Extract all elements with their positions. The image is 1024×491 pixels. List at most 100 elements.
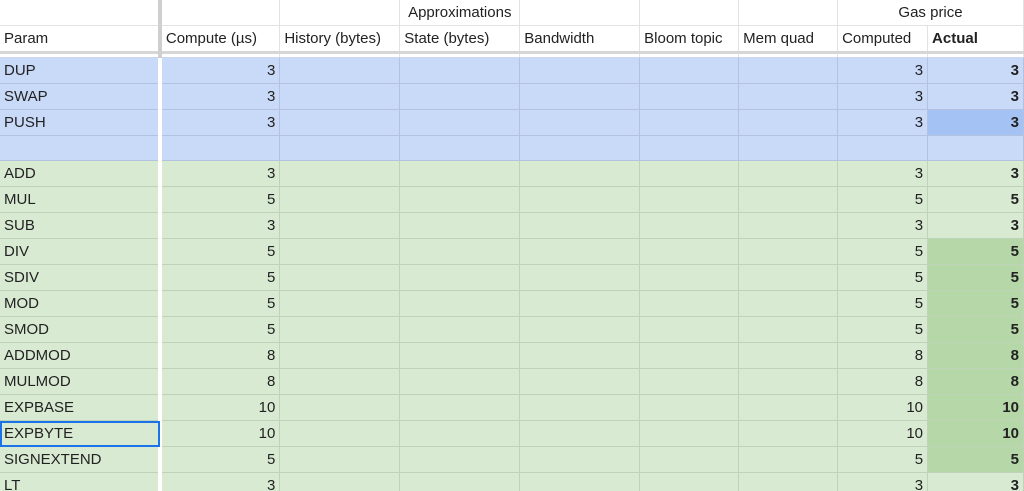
mem-quad-cell[interactable]	[738, 342, 839, 369]
param-cell[interactable]	[0, 135, 162, 161]
header-cell[interactable]	[159, 0, 281, 26]
state-cell[interactable]	[399, 160, 521, 187]
compute-cell[interactable]: 10	[159, 394, 281, 421]
actual-cell[interactable]: 3	[927, 472, 1024, 491]
param-cell[interactable]: LT	[0, 472, 162, 491]
mem-quad-cell[interactable]	[738, 83, 839, 110]
mem-quad-cell[interactable]	[738, 212, 839, 239]
param-cell[interactable]: SIGNEXTEND	[0, 446, 162, 473]
compute-cell[interactable]: 5	[159, 316, 281, 343]
param-cell[interactable]: EXPBASE	[0, 394, 162, 421]
actual-cell[interactable]: 8	[927, 342, 1024, 369]
history-cell[interactable]	[279, 212, 401, 239]
history-cell[interactable]	[279, 83, 401, 110]
compute-cell[interactable]: 5	[159, 446, 281, 473]
bloom-topic-cell[interactable]	[639, 316, 740, 343]
mem-quad-cell[interactable]	[738, 109, 839, 136]
computed-cell[interactable]: 8	[837, 342, 929, 369]
bandwidth-cell[interactable]	[519, 420, 641, 447]
state-cell[interactable]	[399, 342, 521, 369]
state-cell[interactable]	[399, 186, 521, 213]
state-cell[interactable]	[399, 472, 521, 491]
param-cell[interactable]: SUB	[0, 212, 162, 239]
param-cell[interactable]: DIV	[0, 238, 162, 265]
mem-quad-cell[interactable]	[738, 394, 839, 421]
bloom-topic-cell[interactable]	[639, 109, 740, 136]
computed-cell[interactable]: 5	[837, 316, 929, 343]
bloom-topic-cell[interactable]	[639, 135, 740, 161]
bloom-topic-cell[interactable]	[639, 290, 740, 317]
bandwidth-cell[interactable]	[519, 238, 641, 265]
computed-cell[interactable]: 3	[837, 160, 929, 187]
computed-cell[interactable]: 3	[837, 83, 929, 110]
computed-cell[interactable]: 5	[837, 238, 929, 265]
actual-cell[interactable]: 5	[927, 238, 1024, 265]
state-cell[interactable]	[399, 109, 521, 136]
mem-quad-cell[interactable]	[738, 446, 839, 473]
computed-cell[interactable]: 5	[837, 186, 929, 213]
bandwidth-cell[interactable]	[519, 212, 641, 239]
bandwidth-cell[interactable]	[519, 264, 641, 291]
history-cell[interactable]	[279, 57, 401, 84]
bandwidth-cell[interactable]	[519, 186, 641, 213]
compute-cell[interactable]: 5	[159, 186, 281, 213]
header-cell[interactable]	[738, 0, 839, 26]
bandwidth-cell[interactable]	[519, 342, 641, 369]
mem-quad-cell[interactable]	[738, 238, 839, 265]
mem-quad-cell[interactable]	[738, 420, 839, 447]
header-cell[interactable]	[279, 0, 401, 26]
computed-cell[interactable]: 10	[837, 420, 929, 447]
header-group-gas-price[interactable]: Gas price	[837, 0, 1024, 26]
mem-quad-cell[interactable]	[738, 135, 839, 161]
col-header-history[interactable]: History (bytes)	[279, 25, 401, 54]
bloom-topic-cell[interactable]	[639, 264, 740, 291]
bandwidth-cell[interactable]	[519, 83, 641, 110]
state-cell[interactable]	[399, 446, 521, 473]
param-cell[interactable]: MULMOD	[0, 368, 162, 395]
mem-quad-cell[interactable]	[738, 290, 839, 317]
bloom-topic-cell[interactable]	[639, 238, 740, 265]
col-header-bandwidth[interactable]: Bandwidth	[519, 25, 641, 54]
bloom-topic-cell[interactable]	[639, 446, 740, 473]
compute-cell[interactable]: 8	[159, 342, 281, 369]
bloom-topic-cell[interactable]	[639, 160, 740, 187]
history-cell[interactable]	[279, 420, 401, 447]
state-cell[interactable]	[399, 394, 521, 421]
history-cell[interactable]	[279, 316, 401, 343]
state-cell[interactable]	[399, 83, 521, 110]
computed-cell[interactable]: 5	[837, 264, 929, 291]
state-cell[interactable]	[399, 420, 521, 447]
col-header-param[interactable]: Param	[0, 25, 162, 54]
mem-quad-cell[interactable]	[738, 264, 839, 291]
bandwidth-cell[interactable]	[519, 135, 641, 161]
history-cell[interactable]	[279, 290, 401, 317]
header-cell[interactable]	[639, 0, 740, 26]
header-cell[interactable]	[0, 0, 162, 26]
bloom-topic-cell[interactable]	[639, 57, 740, 84]
computed-cell[interactable]	[837, 135, 929, 161]
compute-cell[interactable]	[159, 135, 281, 161]
header-cell[interactable]	[519, 0, 641, 26]
param-cell[interactable]: ADDMOD	[0, 342, 162, 369]
bloom-topic-cell[interactable]	[639, 212, 740, 239]
bloom-topic-cell[interactable]	[639, 83, 740, 110]
bloom-topic-cell[interactable]	[639, 186, 740, 213]
bandwidth-cell[interactable]	[519, 160, 641, 187]
bandwidth-cell[interactable]	[519, 316, 641, 343]
mem-quad-cell[interactable]	[738, 472, 839, 491]
bloom-topic-cell[interactable]	[639, 472, 740, 491]
compute-cell[interactable]: 5	[159, 238, 281, 265]
compute-cell[interactable]: 3	[159, 472, 281, 491]
col-header-mem-quad[interactable]: Mem quad	[738, 25, 839, 54]
mem-quad-cell[interactable]	[738, 160, 839, 187]
compute-cell[interactable]: 3	[159, 57, 281, 84]
actual-cell[interactable]: 5	[927, 290, 1024, 317]
compute-cell[interactable]: 3	[159, 83, 281, 110]
actual-cell[interactable]: 3	[927, 83, 1024, 110]
computed-cell[interactable]: 5	[837, 446, 929, 473]
actual-cell[interactable]: 3	[927, 57, 1024, 84]
col-header-computed[interactable]: Computed	[837, 25, 929, 54]
compute-cell[interactable]: 5	[159, 264, 281, 291]
bloom-topic-cell[interactable]	[639, 420, 740, 447]
compute-cell[interactable]: 3	[159, 212, 281, 239]
